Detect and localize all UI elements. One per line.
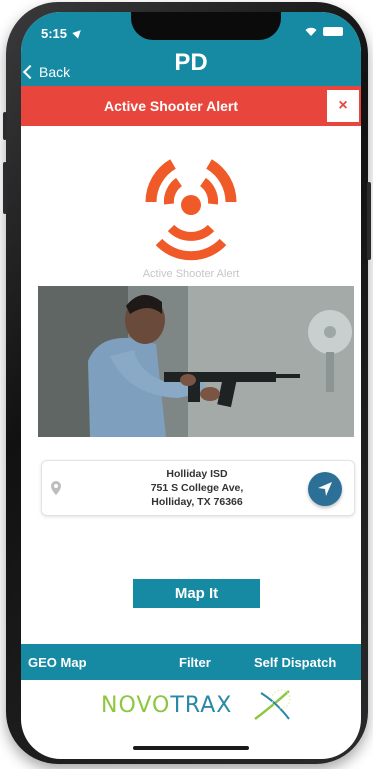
location-arrow-icon [71,27,84,39]
alert-icon-caption: Active Shooter Alert [142,268,240,280]
incident-photo [38,286,354,437]
status-icons [305,27,343,36]
phone-screen: 5:15 Back PD Active Shooter Alert × Acti… [21,12,361,759]
phone-side-button [3,112,7,140]
phone-power-button [367,182,371,260]
status-time-text: 5:15 [41,26,68,41]
wifi-icon [305,27,317,36]
status-time: 5:15 [41,26,84,41]
battery-icon [323,27,343,36]
brand-part-a: NOVO [101,693,171,718]
navigate-button[interactable] [308,472,342,506]
bottom-toolbar: GEO Map Filter Self Dispatch [21,644,361,680]
alarm-signal-icon [129,142,253,266]
phone-notch [131,12,281,40]
brand-swoosh-icon [254,689,291,720]
home-indicator [133,746,249,750]
page-title: PD [174,49,208,76]
filter-button[interactable]: Filter [179,655,211,670]
close-button[interactable]: × [327,90,359,122]
address-name: Holliday ISD [166,468,228,480]
alert-banner: Active Shooter Alert × [21,86,361,126]
brand-wordmark: NOVOTRAX [101,693,232,718]
address-street: 751 S College Ave, [150,482,244,494]
brand-part-b: TRAX [170,693,233,718]
brand-logo: NOVOTRAX [21,685,361,725]
address-text: Holliday ISD 751 S College Ave, Holliday… [82,467,312,509]
address-city: Holliday, TX 76366 [151,496,243,508]
navigation-arrow-icon [318,482,332,496]
map-pin-icon [51,481,61,500]
self-dispatch-button[interactable]: Self Dispatch [254,655,336,670]
alert-title: Active Shooter Alert [103,98,239,114]
phone-volume-button [3,162,7,214]
geo-map-button[interactable]: GEO Map [28,655,87,670]
map-it-button[interactable]: Map It [133,579,260,608]
